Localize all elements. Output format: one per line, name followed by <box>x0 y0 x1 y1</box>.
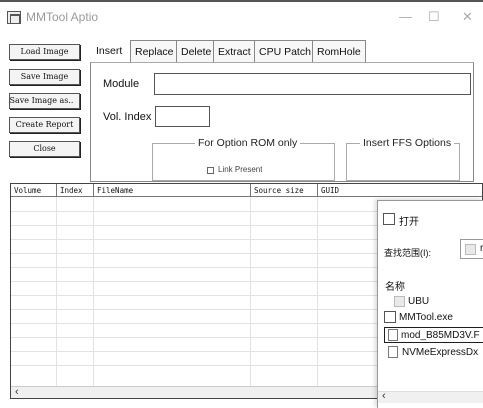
module-field[interactable] <box>154 73 471 95</box>
app-file-icon <box>384 311 396 323</box>
tab-delete[interactable]: Delete <box>176 40 217 62</box>
open-file-dialog: 打开 查找范围(I): r 名称 UBU MMTool.exe mod_B85M… <box>377 200 483 408</box>
file-item-mmtool[interactable]: MMTool.exe <box>384 311 483 325</box>
link-present-label: Link Present <box>218 165 263 173</box>
window-title: MMTool Aptio <box>26 10 99 24</box>
title-bar: MMTool Aptio — ☐ ✕ <box>0 0 483 30</box>
load-image-button[interactable]: Load Image <box>9 44 80 60</box>
link-present-checkbox[interactable] <box>207 167 214 174</box>
dialog-title: 打开 <box>399 217 419 228</box>
tab-cpu-patch[interactable]: CPU Patch <box>254 40 316 62</box>
file-item-label: UBU <box>408 296 430 307</box>
tab-replace[interactable]: Replace <box>130 40 179 62</box>
column-header-volume[interactable]: Volume <box>11 184 57 197</box>
column-header-guid[interactable]: GUID <box>318 184 482 197</box>
file-item-nvmeexpress[interactable]: NVMeExpressDx <box>384 346 483 360</box>
module-label: Module <box>103 78 140 90</box>
close-window-button[interactable]: ✕ <box>462 9 473 25</box>
maximize-button[interactable]: ☐ <box>428 9 440 25</box>
option-rom-group-title: For Option ROM only <box>195 137 301 149</box>
scroll-left-arrow-icon[interactable]: ‹ <box>382 390 386 402</box>
tab-insert[interactable]: Insert <box>92 40 127 62</box>
save-image-button[interactable]: Save Image <box>9 69 80 85</box>
look-in-label: 查找范围(I): <box>384 248 431 258</box>
vol-index-field[interactable] <box>155 106 210 127</box>
scroll-left-arrow-icon[interactable]: ‹ <box>15 386 19 398</box>
minimize-button[interactable]: — <box>399 9 412 24</box>
name-column-header[interactable]: 名称 <box>385 278 405 293</box>
app-icon <box>7 11 21 24</box>
file-item-mod-b85md3v[interactable]: mod_B85MD3V.F <box>384 327 483 343</box>
save-image-as-button[interactable]: Save Image as.. <box>9 93 80 109</box>
tab-extract[interactable]: Extract <box>213 40 256 62</box>
column-header-filename[interactable]: FileName <box>94 184 251 197</box>
folder-icon <box>394 296 405 307</box>
file-icon <box>388 329 398 341</box>
column-header-source-size[interactable]: Source size <box>251 184 318 197</box>
file-item-label: MMTool.exe <box>399 312 453 323</box>
file-icon <box>388 346 398 358</box>
file-item-ubu[interactable]: UBU <box>384 295 483 309</box>
ffs-options-group-title: Insert FFS Options <box>360 137 455 149</box>
column-header-index[interactable]: Index <box>57 184 94 197</box>
dialog-app-icon <box>383 213 395 225</box>
file-item-label: mod_B85MD3V.F <box>401 330 480 341</box>
close-button[interactable]: Close <box>9 141 80 157</box>
folder-icon <box>465 244 476 255</box>
create-report-button[interactable]: Create Report <box>9 117 80 133</box>
file-item-label: NVMeExpressDx <box>402 347 479 358</box>
dialog-horizontal-scrollbar[interactable]: ‹ <box>378 390 483 403</box>
vol-index-label: Vol. Index <box>103 111 152 123</box>
look-in-dropdown[interactable]: r <box>460 239 483 259</box>
tab-romhole[interactable]: RomHole <box>312 40 366 62</box>
